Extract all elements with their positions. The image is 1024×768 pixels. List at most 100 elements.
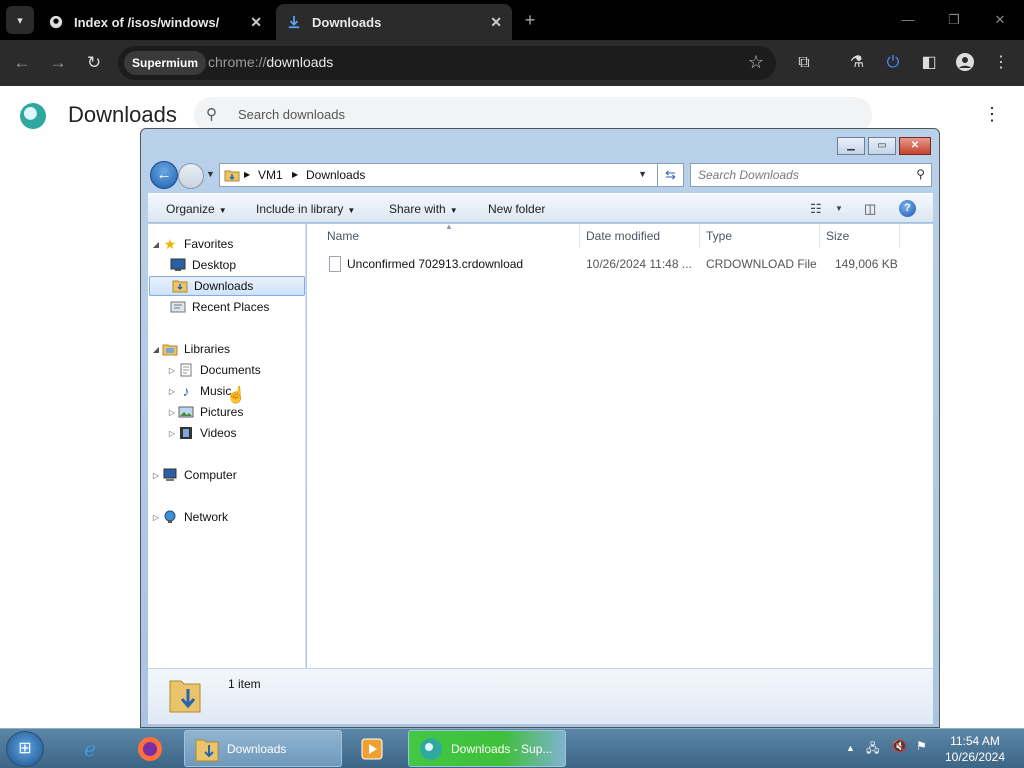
downloads-menu-icon[interactable]: ⋮ <box>983 104 1001 125</box>
item-count: 1 item <box>228 677 261 691</box>
volume-muted-icon[interactable]: 🔇 <box>892 739 907 753</box>
view-options-dropdown-icon[interactable]: ▼ <box>835 204 843 213</box>
tab-title: Index of /isos/windows/ <box>74 14 220 30</box>
nav-downloads[interactable]: Downloads <box>149 276 305 296</box>
organize-button[interactable]: Organize ▼ <box>166 202 227 216</box>
supermium-icon <box>417 735 445 763</box>
forward-arrow-icon[interactable]: → <box>47 52 69 74</box>
column-type[interactable]: Type <box>700 224 820 248</box>
breadcrumb-separator-icon[interactable]: ▶ <box>244 170 250 179</box>
close-tab-icon[interactable]: ✕ <box>490 14 502 31</box>
nav-documents[interactable]: ▷ Documents <box>166 360 261 380</box>
search-icon: ⚲ <box>916 167 925 181</box>
details-pane: 1 item <box>148 668 933 724</box>
back-arrow-icon[interactable]: ← <box>11 52 33 74</box>
taskbar-explorer-downloads[interactable]: Downloads <box>184 730 342 767</box>
file-row[interactable]: Unconfirmed 702913.crdownload 10/26/2024… <box>321 254 901 274</box>
breadcrumb-separator-icon[interactable]: ▶ <box>292 170 298 179</box>
change-view-icon[interactable]: ☷ <box>810 201 822 217</box>
new-tab-button[interactable]: + <box>520 10 540 30</box>
nav-computer[interactable]: ▷ Computer <box>150 465 237 485</box>
restore-window-button[interactable]: ❐ <box>944 10 964 30</box>
reload-icon[interactable]: ↻ <box>83 52 105 74</box>
nav-pictures[interactable]: ▷ Pictures <box>166 402 243 422</box>
media-player-icon[interactable] <box>346 731 398 767</box>
new-folder-button[interactable]: New folder <box>488 202 545 216</box>
folder-icon <box>193 735 221 763</box>
nav-music[interactable]: ▷ ♪ Music <box>166 381 231 401</box>
tab-search-button[interactable]: ▾ <box>6 6 34 34</box>
browser-chip[interactable]: Supermium <box>124 51 207 75</box>
side-panel-icon[interactable]: ◧ <box>918 52 940 74</box>
bookmark-star-icon[interactable]: ☆ <box>748 52 764 73</box>
taskbar-supermium-downloads[interactable]: Downloads - Sup... <box>408 730 566 767</box>
tab-downloads[interactable]: Downloads ✕ <box>276 4 512 40</box>
explorer-maximize-button[interactable]: ▭ <box>868 137 896 155</box>
breadcrumb-vm1[interactable]: VM1 <box>258 168 283 182</box>
expand-arrow-icon[interactable]: ▷ <box>150 513 162 522</box>
preview-pane-icon[interactable]: ◫ <box>864 201 876 217</box>
network-tray-icon[interactable]: 🖧 <box>866 739 879 760</box>
browser-tab-strip: ▾ Index of /isos/windows/ ✕ Downloads ✕ … <box>0 0 1024 40</box>
share-with-button[interactable]: Share with ▼ <box>389 202 458 216</box>
explorer-address-bar[interactable]: ▶ VM1 ▶ Downloads ▼ <box>219 163 684 187</box>
taskbar-clock[interactable]: 11:54 AM 10/26/2024 <box>940 733 1010 765</box>
file-icon <box>329 256 341 272</box>
extensions-icon[interactable]: ⧉ <box>793 52 815 74</box>
expand-arrow-icon[interactable]: ▷ <box>166 429 178 438</box>
close-window-button[interactable]: ✕ <box>990 10 1010 30</box>
firefox-icon[interactable] <box>124 731 176 767</box>
nav-favorites[interactable]: ◢ ★ Favorites <box>150 234 233 254</box>
collapse-arrow-icon[interactable]: ◢ <box>150 240 162 249</box>
recent-pages-dropdown-icon[interactable]: ▼ <box>206 169 215 179</box>
internet-explorer-icon[interactable]: ℯ <box>64 731 116 767</box>
expand-arrow-icon[interactable]: ▷ <box>150 471 162 480</box>
explorer-refresh-icon[interactable]: ⇆ <box>657 163 684 187</box>
explorer-command-bar: Organize ▼ Include in library ▼ Share with… <box>148 193 933 223</box>
explorer-forward-button[interactable] <box>178 163 204 189</box>
explorer-back-button[interactable]: ← <box>150 161 178 189</box>
search-placeholder: Search downloads <box>238 107 345 122</box>
desktop-icon <box>170 258 186 272</box>
labs-flask-icon[interactable]: ⚗ <box>846 52 868 74</box>
sort-ascending-icon: ▲ <box>445 222 453 231</box>
start-button-windows-icon[interactable]: ⊞ <box>6 731 44 767</box>
tab-title: Downloads <box>312 14 382 30</box>
expand-arrow-icon[interactable]: ▷ <box>166 366 178 375</box>
file-list-pane: Name ▲ Date modified Type Size Unconfirm… <box>307 222 933 668</box>
url-text[interactable]: chrome://downloads <box>208 54 333 70</box>
clock-date: 10/26/2024 <box>944 750 1006 764</box>
explorer-close-button[interactable]: ✕ <box>899 137 931 155</box>
taskbar: ⊞ ℯ Downloads Downloads - Sup... ▲ 🖧 🔇 ⚑… <box>0 728 1024 768</box>
show-hidden-icons-arrow[interactable]: ▲ <box>846 743 855 753</box>
collapse-arrow-icon[interactable]: ◢ <box>150 345 162 354</box>
tab-index-isos[interactable]: Index of /isos/windows/ ✕ <box>38 4 272 40</box>
nav-videos[interactable]: ▷ Videos <box>166 423 237 443</box>
address-bar[interactable]: Supermium chrome://downloads ☆ <box>118 46 776 80</box>
column-date-modified[interactable]: Date modified <box>580 224 700 248</box>
explorer-minimize-button[interactable]: ▁ <box>837 137 865 155</box>
expand-arrow-icon[interactable]: ▷ <box>166 408 178 417</box>
action-center-flag-icon[interactable]: ⚑ <box>916 739 927 753</box>
breadcrumb-downloads[interactable]: Downloads <box>306 168 365 182</box>
explorer-search-placeholder: Search Downloads <box>698 168 799 182</box>
nav-recent-places[interactable]: Recent Places <box>170 297 269 317</box>
power-icon[interactable]: ⏻ <box>882 52 904 74</box>
profile-avatar-icon[interactable] <box>954 52 976 74</box>
network-icon <box>162 510 178 524</box>
browser-menu-icon[interactable]: ⋮ <box>990 52 1012 74</box>
nav-network[interactable]: ▷ Network <box>150 507 228 527</box>
close-tab-icon[interactable]: ✕ <box>250 14 262 31</box>
folder-icon <box>224 167 240 186</box>
search-icon: ⚲ <box>206 106 217 123</box>
help-icon[interactable]: ? <box>899 200 916 217</box>
file-date: 10/26/2024 11:48 ... <box>586 257 692 271</box>
explorer-search-input[interactable]: Search Downloads ⚲ <box>690 163 932 187</box>
expand-arrow-icon[interactable]: ▷ <box>166 387 178 396</box>
address-dropdown-icon[interactable]: ▼ <box>638 169 647 179</box>
minimize-window-button[interactable]: — <box>898 10 918 30</box>
nav-libraries[interactable]: ◢ Libraries <box>150 339 230 359</box>
column-size[interactable]: Size <box>820 224 900 248</box>
nav-desktop[interactable]: Desktop <box>170 255 236 275</box>
include-in-library-button[interactable]: Include in library ▼ <box>256 202 355 216</box>
